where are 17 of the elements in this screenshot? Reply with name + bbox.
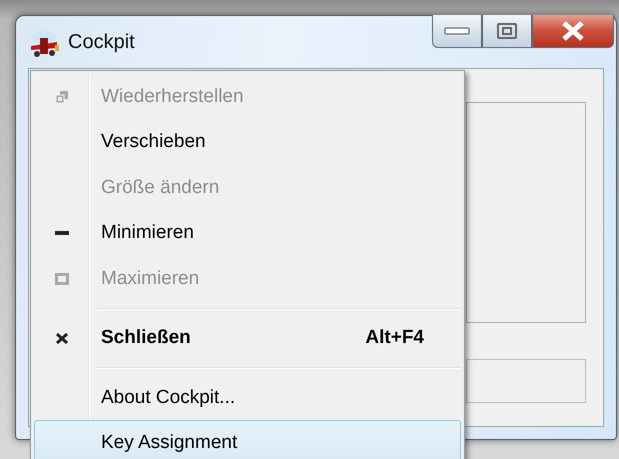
menu-item[interactable]: About Cockpit... [34,374,461,420]
minimize-icon [444,27,470,35]
window-title: Cockpit [68,30,135,54]
minimize-button[interactable] [432,15,482,48]
menu-item[interactable]: Minimieren [34,210,461,256]
close-icon [561,21,585,41]
input-field[interactable] [466,359,586,403]
menu-item[interactable]: Schließen Alt+F4 [34,316,461,362]
restore-icon [56,90,68,103]
maximize-icon [497,23,517,39]
menu-item[interactable]: Key Assignment [34,420,461,459]
menu-item[interactable]: Verschieben [34,120,461,166]
close-button[interactable] [532,15,614,48]
minimize-icon [55,231,69,236]
maximize-button[interactable] [482,15,532,48]
close-icon [56,332,68,344]
maximize-icon [55,272,69,285]
